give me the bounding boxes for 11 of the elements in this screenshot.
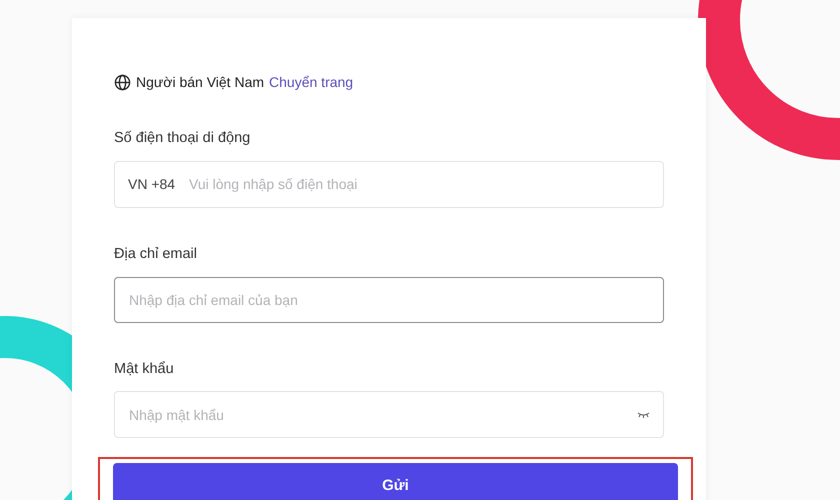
submit-button[interactable]: Gửi [113, 463, 678, 500]
country-code: VN +84 [128, 174, 176, 194]
email-field[interactable]: Nhập địa chỉ email của bạn [114, 276, 664, 322]
field-label: Địa chỉ email [114, 244, 198, 264]
globe-icon [114, 74, 131, 90]
field-label: Số điện thoại di động [114, 129, 252, 148]
password-field[interactable]: Nhập mật khẩu [114, 391, 664, 438]
field-label: Mật khẩu [114, 360, 175, 378]
closed-eye-icon[interactable] [637, 411, 650, 420]
region-label: Người bán Việt Nam [136, 72, 264, 92]
switch-link[interactable]: Chuyển trang [269, 72, 354, 92]
